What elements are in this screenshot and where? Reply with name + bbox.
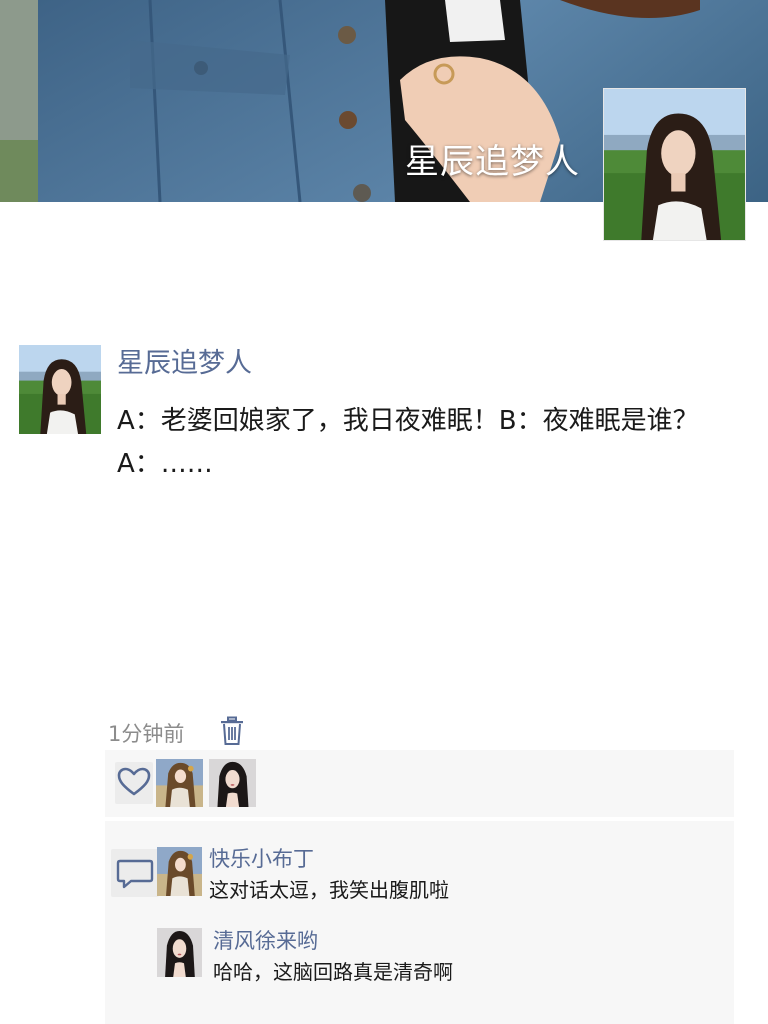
comment-button[interactable] (111, 849, 159, 897)
comment-item: 快乐小布丁 这对话太逗，我笑出腹肌啦 (157, 847, 717, 907)
liker-avatar[interactable] (209, 759, 256, 807)
woman-portrait-avatar (157, 928, 202, 977)
comment-bubble-icon (116, 859, 154, 889)
commenter-avatar[interactable] (157, 847, 202, 896)
comment-item: 清风徐来哟 哈哈，这脑回路真是清奇啊 (157, 928, 717, 988)
post-author-avatar[interactable] (19, 345, 101, 434)
post-text: A：老婆回娘家了，我日夜难眠！B：夜难眠是谁？A：…… (117, 406, 699, 479)
anime-girl-avatar (156, 759, 203, 807)
trash-icon (221, 716, 243, 745)
comment-text: 哈哈，这脑回路真是清奇啊 (213, 960, 453, 984)
commenter-name[interactable]: 清风徐来哟 (213, 925, 318, 955)
profile-avatar[interactable] (603, 88, 746, 241)
woman-portrait-avatar (209, 759, 256, 807)
comment-text: 这对话太逗，我笑出腹肌啦 (209, 878, 449, 902)
woman-in-field-portrait (19, 345, 101, 434)
woman-in-field-portrait (604, 89, 745, 240)
post-author-name[interactable]: 星辰追梦人 (117, 341, 252, 380)
delete-button[interactable] (219, 716, 245, 746)
like-button[interactable] (115, 762, 153, 804)
heart-icon (117, 767, 151, 796)
commenter-avatar[interactable] (157, 928, 202, 977)
post-time: 1分钟前 (108, 722, 185, 746)
likes-section (105, 750, 734, 817)
cover-username: 星辰追梦人 (405, 142, 580, 182)
comments-section: 快乐小布丁 这对话太逗，我笑出腹肌啦 清风徐来哟 哈哈，这脑回路真是清奇啊 (105, 821, 734, 1024)
anime-girl-avatar (157, 847, 202, 896)
commenter-name[interactable]: 快乐小布丁 (209, 843, 314, 873)
liker-avatar[interactable] (156, 759, 203, 807)
